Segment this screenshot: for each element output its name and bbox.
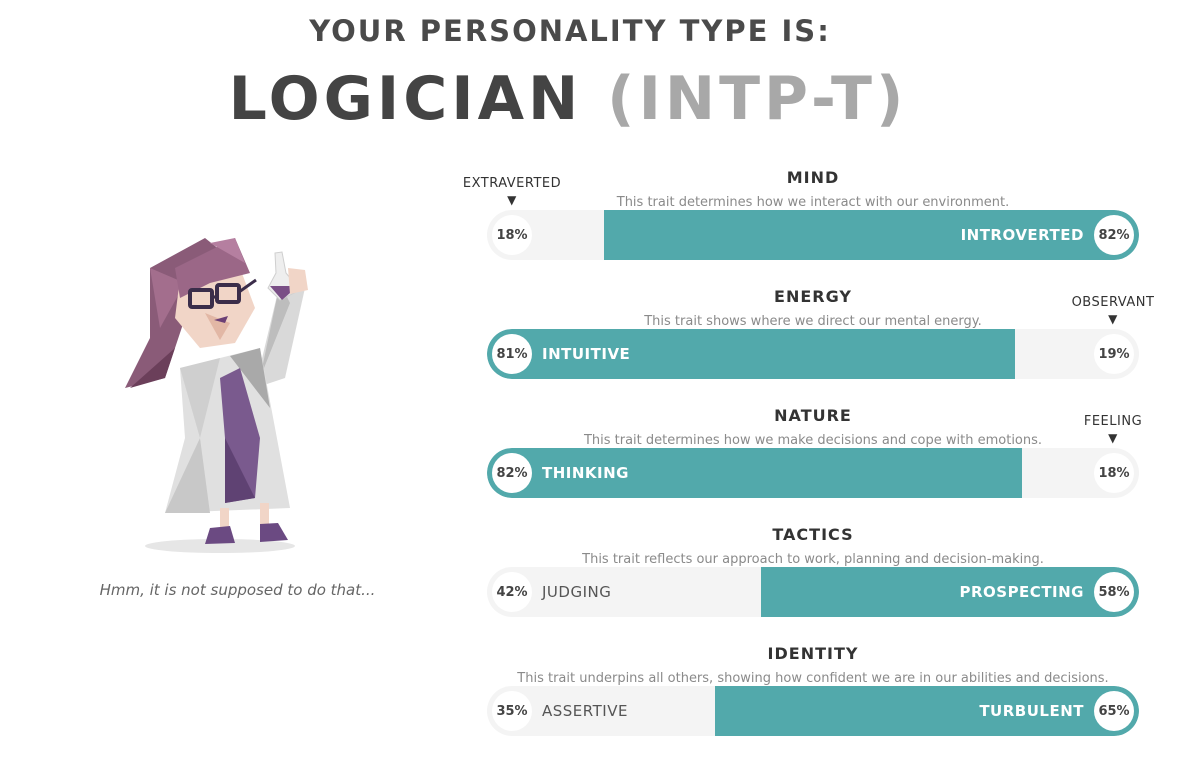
trait-nature: NATURE FEELING ▼ This trait determines h…	[0, 406, 1182, 516]
type-code: (INTP-T)	[607, 64, 908, 134]
trait-mind: MIND EXTRAVERTED ▼ This trait determines…	[0, 168, 1182, 278]
trait-title: MIND	[786, 168, 840, 187]
left-percent: 35%	[492, 691, 532, 731]
left-percent: 18%	[492, 215, 532, 255]
trait-bar[interactable]: 82% THINKING 18%	[487, 448, 1139, 498]
left-trait-label: THINKING	[542, 464, 629, 482]
trait-title: IDENTITY	[767, 644, 859, 663]
left-percent: 82%	[492, 453, 532, 493]
trait-bar[interactable]: 42% JUDGING PROSPECTING 58%	[487, 567, 1139, 617]
trait-description: This trait determines how we make decisi…	[583, 433, 1043, 448]
left-trait-label: JUDGING	[542, 583, 612, 601]
right-trait-label: TURBULENT	[979, 702, 1084, 720]
result-subtitle: YOUR PERSONALITY TYPE IS:	[309, 14, 831, 48]
type-name: LOGICIAN	[228, 64, 583, 134]
trait-title: ENERGY	[774, 287, 852, 306]
trait-description: This trait underpins all others, showing…	[517, 671, 1109, 686]
trait-description: This trait reflects our approach to work…	[582, 552, 1044, 567]
personality-type-title: LOGICIAN (INTP-T)	[0, 64, 1136, 134]
marker-label: EXTRAVERTED	[462, 176, 562, 191]
right-trait-label: INTROVERTED	[960, 226, 1084, 244]
right-percent: 82%	[1094, 215, 1134, 255]
trait-tactics: TACTICS This trait reflects our approach…	[0, 525, 1182, 635]
trait-description: This trait shows where we direct our men…	[644, 314, 982, 329]
left-percent: 42%	[492, 572, 532, 612]
trait-bar[interactable]: 18% INTROVERTED 82%	[487, 210, 1139, 260]
left-trait-label: INTUITIVE	[542, 345, 631, 363]
trait-title: NATURE	[774, 406, 852, 425]
left-trait-label: ASSERTIVE	[542, 702, 628, 720]
right-percent: 18%	[1094, 453, 1134, 493]
trait-description: This trait determines how we interact wi…	[616, 195, 1010, 210]
trait-title: TACTICS	[772, 525, 854, 544]
right-percent: 19%	[1094, 334, 1134, 374]
trait-identity: IDENTITY This trait underpins all others…	[0, 644, 1182, 754]
trait-energy: ENERGY OBSERVANT ▼ This trait shows wher…	[0, 287, 1182, 397]
right-percent: 58%	[1094, 572, 1134, 612]
marker-label: FEELING	[1083, 414, 1143, 429]
trait-bar[interactable]: 81% INTUITIVE 19%	[487, 329, 1139, 379]
trait-bar[interactable]: 35% ASSERTIVE TURBULENT 65%	[487, 686, 1139, 736]
right-trait-label: PROSPECTING	[959, 583, 1084, 601]
marker-label: OBSERVANT	[1071, 295, 1155, 310]
left-percent: 81%	[492, 334, 532, 374]
right-percent: 65%	[1094, 691, 1134, 731]
